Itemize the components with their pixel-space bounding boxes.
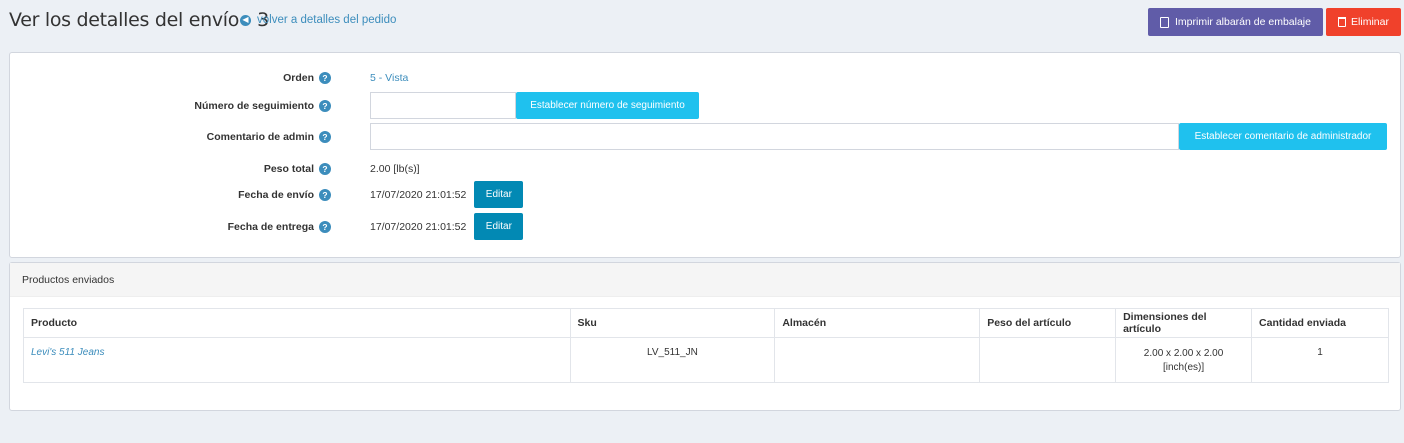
delete-button[interactable]: Eliminar xyxy=(1326,8,1401,36)
question-circle-icon[interactable]: ? xyxy=(319,163,331,175)
ship-date-label: Fecha de envío ? xyxy=(31,181,331,208)
table-header-row: Producto Sku Almacén Peso del artículo D… xyxy=(23,308,1389,338)
product-cell: Levi's 511 Jeans xyxy=(23,337,571,383)
order-label: Orden ? xyxy=(31,65,331,91)
tracking-label: Número de seguimiento ? xyxy=(31,92,331,119)
circle-arrow-left-icon: ◀ xyxy=(240,14,251,26)
shipped-products-panel: Productos enviados Producto Sku Almacén … xyxy=(9,262,1401,411)
delete-button-label: Eliminar xyxy=(1351,16,1389,28)
ship-date-value: 17/07/2020 21:01:52 xyxy=(370,188,467,201)
back-to-order-link[interactable]: ◀ volver a detalles del pedido xyxy=(240,14,396,26)
page-title: Ver los detalles del envío - 3 xyxy=(9,9,269,31)
question-circle-icon[interactable]: ? xyxy=(319,188,331,201)
admin-comment-label: Comentario de admin ? xyxy=(31,123,331,150)
column-header-weight[interactable]: Peso del artículo xyxy=(979,308,1117,338)
column-header-quantity[interactable]: Cantidad enviada xyxy=(1251,308,1389,338)
page-header: Ver los detalles del envío - 3 ◀ volver … xyxy=(0,0,1404,44)
warehouse-cell xyxy=(774,337,981,383)
total-weight-row: Peso total ? 2.00 [lb(s)] xyxy=(10,156,1400,182)
delivery-date-row: Fecha de entrega ? 17/07/2020 21:01:52 E… xyxy=(10,213,1400,240)
order-row: Orden ? 5 - Vista xyxy=(10,65,1400,91)
tracking-row: Número de seguimiento ? Establecer númer… xyxy=(10,92,1400,119)
delivery-date-value: 17/07/2020 21:01:52 xyxy=(370,220,467,233)
ship-date-value-group: 17/07/2020 21:01:52 Editar xyxy=(370,181,524,208)
total-weight-value: 2.00 [lb(s)] xyxy=(370,163,420,175)
file-pdf-icon xyxy=(1160,16,1169,28)
column-header-warehouse[interactable]: Almacén xyxy=(774,308,981,338)
edit-ship-date-button[interactable]: Editar xyxy=(474,181,524,208)
column-header-product[interactable]: Producto xyxy=(23,308,571,338)
admin-comment-input[interactable] xyxy=(370,123,1179,150)
set-tracking-number-button[interactable]: Establecer número de seguimiento xyxy=(516,92,699,119)
sku-cell: LV_511_JN xyxy=(569,337,776,383)
order-value: 5 - Vista xyxy=(370,65,408,91)
weight-cell xyxy=(979,337,1117,383)
back-link-label: volver a detalles del pedido xyxy=(257,14,397,26)
print-packaging-slip-button[interactable]: Imprimir albarán de embalaje xyxy=(1148,8,1323,36)
edit-delivery-date-button[interactable]: Editar xyxy=(474,213,524,240)
shipped-products-table: Producto Sku Almacén Peso del artículo D… xyxy=(23,308,1389,383)
trash-icon xyxy=(1338,17,1347,27)
admin-comment-row: Comentario de admin ? Establecer comenta… xyxy=(10,123,1400,150)
dimensions-cell: 2.00 x 2.00 x 2.00 [inch(es)] xyxy=(1115,337,1253,383)
question-circle-icon[interactable]: ? xyxy=(319,130,331,143)
product-link[interactable]: Levi's 511 Jeans xyxy=(31,347,104,358)
shipped-products-heading: Productos enviados xyxy=(10,263,1400,297)
print-button-label: Imprimir albarán de embalaje xyxy=(1175,16,1311,28)
question-circle-icon[interactable]: ? xyxy=(319,72,331,84)
order-link[interactable]: 5 - Vista xyxy=(370,72,408,84)
shipment-info-panel: Orden ? 5 - Vista Número de seguimiento … xyxy=(9,52,1401,258)
column-header-dimensions[interactable]: Dimensiones del artículo xyxy=(1115,308,1253,338)
delivery-date-value-group: 17/07/2020 21:01:52 Editar xyxy=(370,213,524,240)
question-circle-icon[interactable]: ? xyxy=(319,220,331,233)
dimensions-value: 2.00 x 2.00 x 2.00 xyxy=(1143,348,1224,359)
column-header-sku[interactable]: Sku xyxy=(569,308,776,338)
quantity-cell: 1 xyxy=(1251,337,1389,383)
dimensions-unit: [inch(es)] xyxy=(1163,362,1205,373)
table-row: Levi's 511 Jeans LV_511_JN 2.00 x 2.00 x… xyxy=(23,337,1389,383)
delivery-date-label: Fecha de entrega ? xyxy=(31,213,331,240)
total-weight-label: Peso total ? xyxy=(31,156,331,182)
question-circle-icon[interactable]: ? xyxy=(319,99,331,112)
admin-comment-field-group: Establecer comentario de administrador xyxy=(370,123,1387,150)
set-admin-comment-button[interactable]: Establecer comentario de administrador xyxy=(1179,123,1387,150)
ship-date-row: Fecha de envío ? 17/07/2020 21:01:52 Edi… xyxy=(10,181,1400,208)
tracking-field-group: Establecer número de seguimiento xyxy=(370,92,699,119)
tracking-number-input[interactable] xyxy=(370,92,516,119)
